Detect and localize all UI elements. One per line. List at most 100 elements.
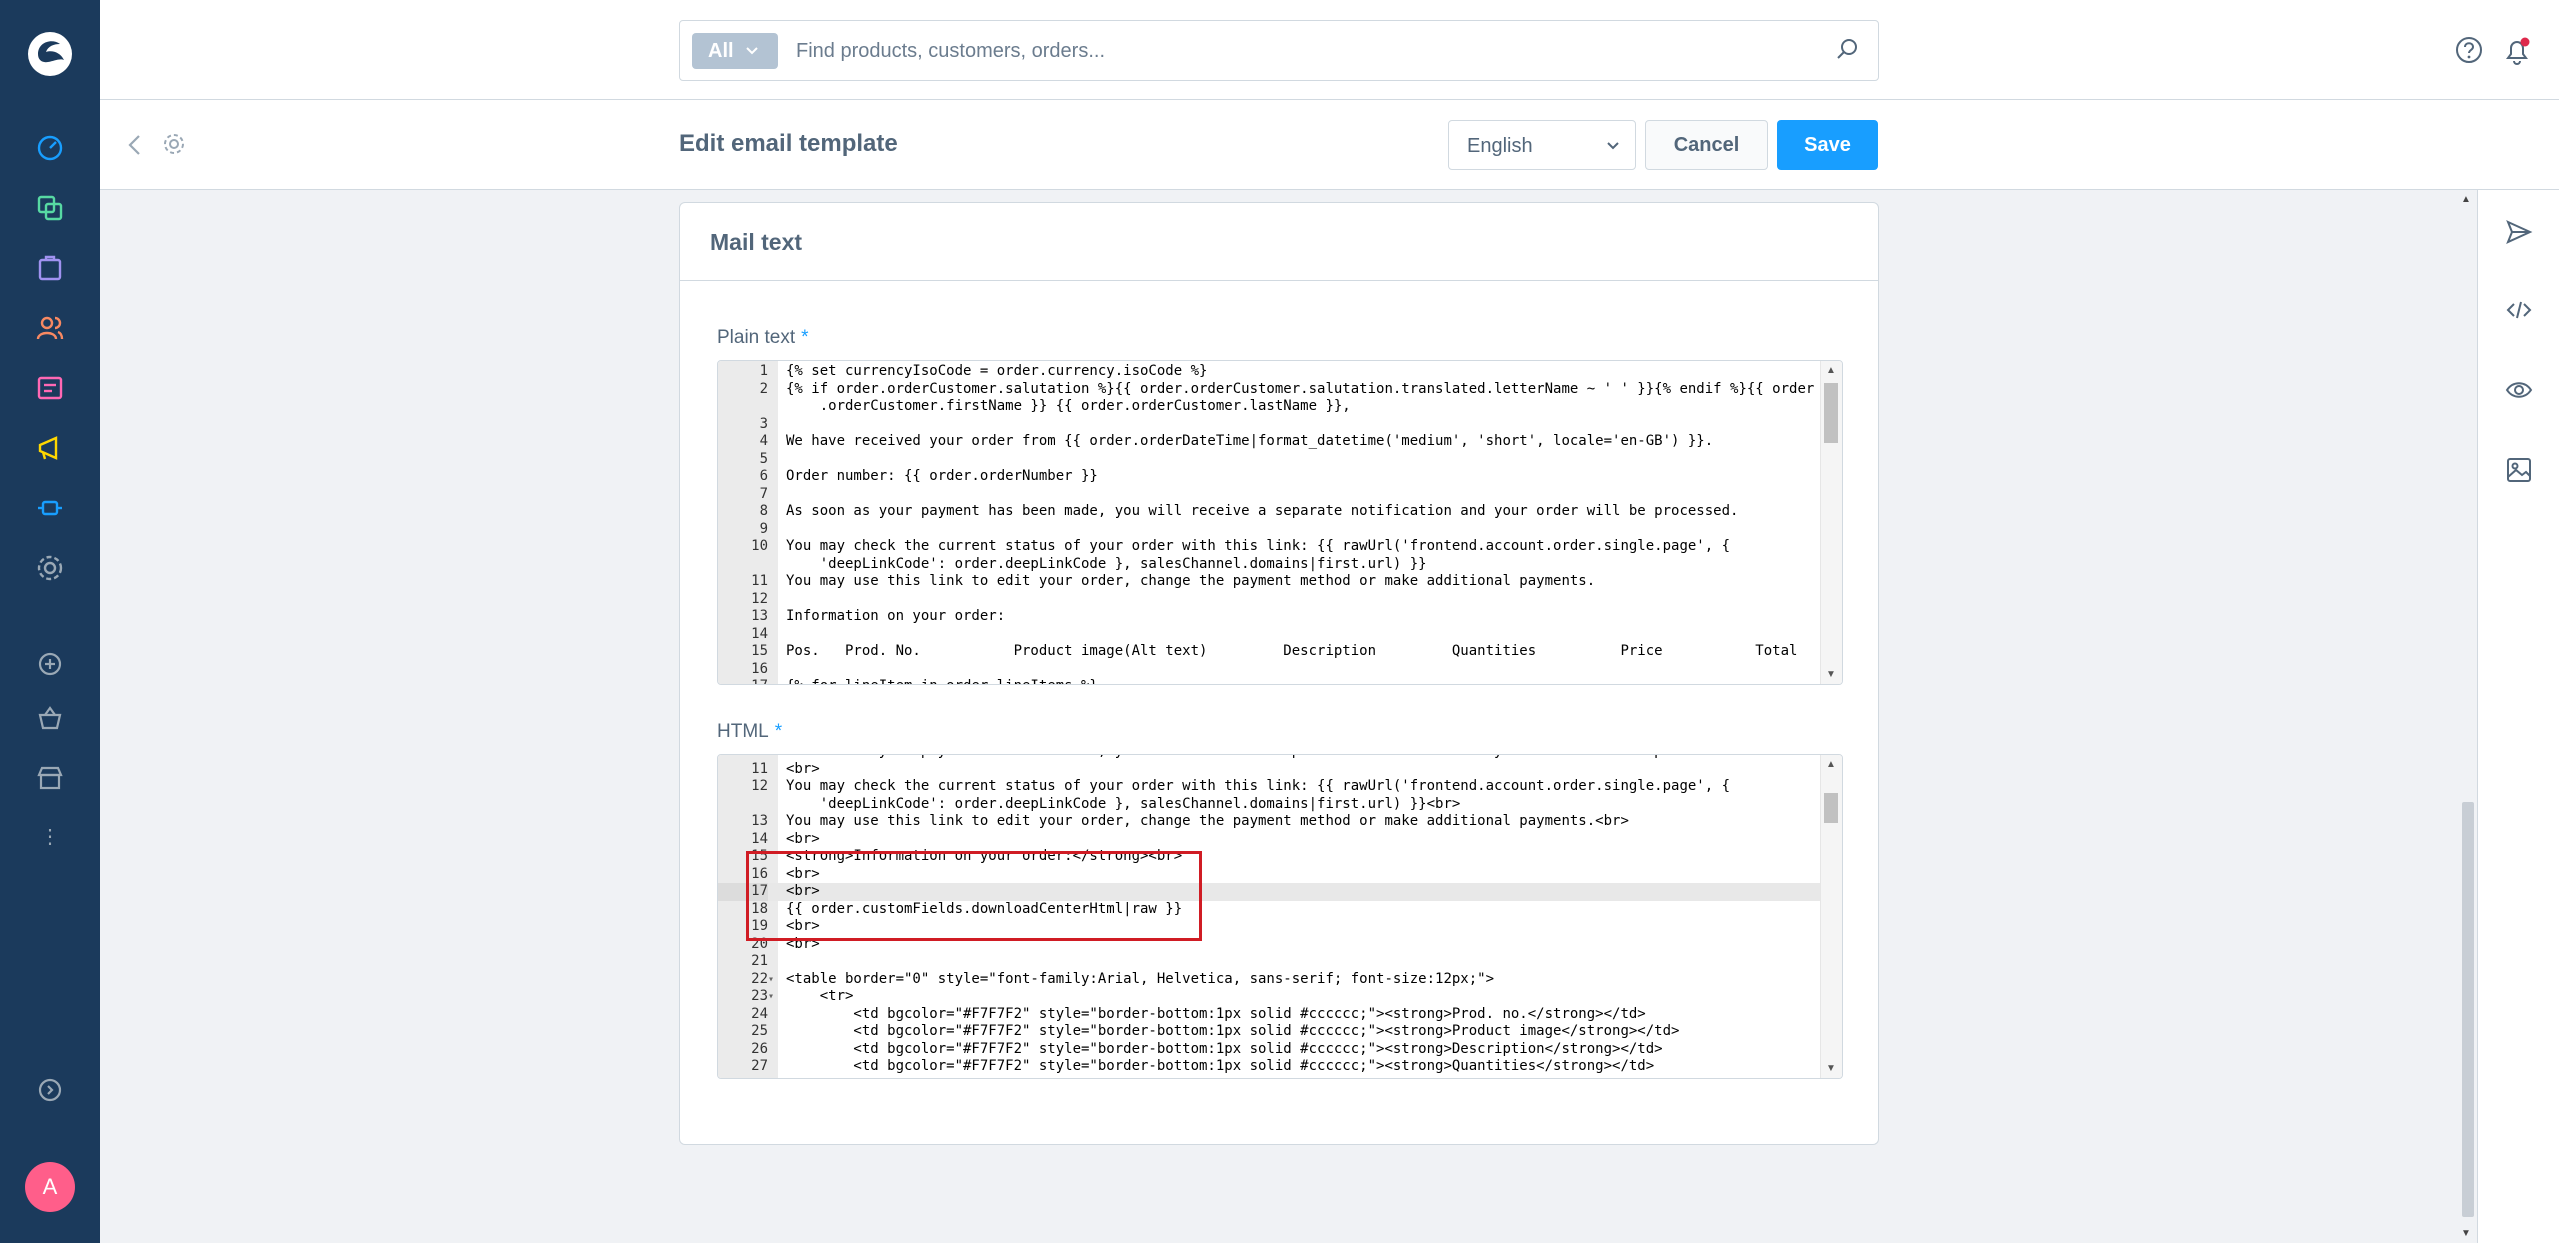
code-line[interactable]: 12 You may check the current status of yo… [718,778,1820,796]
dashboard-icon[interactable] [34,132,66,164]
code-line[interactable]: 15 Pos. Prod. No. Product image(Alt text)… [718,643,1820,661]
fold-icon [768,486,778,504]
gear-icon[interactable] [162,132,186,156]
fold-icon [768,1058,778,1076]
page-content: Mail text Plain text * 1 {% set currencyIs… [100,190,2457,1243]
scroll-up-icon[interactable]: ▲ [2461,194,2471,205]
code-line[interactable]: 13 You may use this link to edit your ord… [718,813,1820,831]
code-line[interactable]: 21 [718,953,1820,971]
code-line[interactable]: 11 You may use this link to edit your ord… [718,573,1820,591]
line-text: You may check the current status of your… [786,778,1731,794]
code-line[interactable]: 14 [718,626,1820,644]
avatar-initial: A [42,1174,58,1199]
language-select[interactable]: English [1448,120,1636,170]
extensions-icon[interactable] [34,492,66,524]
fold-icon [768,661,778,679]
avatar[interactable]: A [25,1162,75,1212]
scrollbar-thumb[interactable] [1824,793,1838,823]
scroll-up-icon[interactable]: ▲ [1826,365,1836,376]
search-input[interactable] [796,35,1796,67]
plain-text-label-text: Plain text [717,327,796,348]
editor-scrollbar[interactable]: ▲ ▼ [1820,755,1842,1078]
fold-icon [768,1023,778,1041]
code-line[interactable]: 1 {% set currencyIsoCode = order.currency… [718,363,1820,381]
code-line[interactable]: 26 <td bgcolor="#F7F7F2" style="border-b… [718,1041,1820,1059]
marketing-icon[interactable] [34,432,66,464]
code-line[interactable]: 6 Order number: {{ order.orderNumber }} [718,468,1820,486]
code-line[interactable]: 11 <br> [718,761,1820,779]
help-icon[interactable] [2455,36,2483,64]
back-icon[interactable] [124,132,146,158]
scroll-up-icon[interactable]: ▲ [1826,759,1836,770]
code-line[interactable]: 2 {% if order.orderCustomer.salutation %}… [718,381,1820,399]
code-line[interactable]: 23 ▾ <tr> [718,988,1820,1006]
code-line[interactable]: 3 [718,416,1820,434]
orders-icon[interactable] [34,252,66,284]
code-icon[interactable] [2503,294,2535,326]
code-line[interactable]: 17 {% for lineItem in order.lineItems %} [718,678,1820,684]
fold-icon [768,643,778,661]
save-button[interactable]: Save [1777,120,1878,170]
line-number: 23 [751,988,768,1004]
line-text [778,953,786,971]
code-line[interactable]: 4 We have received your order from {{ ord… [718,433,1820,451]
collapse-icon[interactable] [34,1074,66,1106]
editor-code[interactable]: 1 {% set currencyIsoCode = order.currency… [718,363,1820,684]
code-line[interactable]: .orderCustomer.firstName }} {{ order.ord… [718,398,1820,416]
send-test-mail-icon[interactable] [2503,216,2535,248]
code-line[interactable]: 9 [718,521,1820,539]
code-line[interactable]: 14 <br> [718,831,1820,849]
code-line[interactable]: 22 ▾ <table border="0" style="font-family:… [718,971,1820,989]
search-icon[interactable] [1836,37,1860,61]
customers-icon[interactable] [34,312,66,344]
page-scrollbar-thumb[interactable] [2462,802,2474,1217]
code-line[interactable]: 8 As soon as your payment has been made, … [718,503,1820,521]
scroll-down-icon[interactable]: ▼ [1826,1063,1836,1074]
shopware-logo[interactable] [26,30,74,78]
media-image-icon[interactable] [2503,454,2535,486]
editor-scrollbar[interactable]: ▲ ▼ [1820,361,1842,684]
settings-icon[interactable] [34,552,66,584]
line-text: You may use this link to edit your order… [786,813,1629,829]
fold-icon [768,451,778,469]
search-type-filter[interactable]: All [692,33,778,69]
fold-icon [768,1041,778,1059]
code-line[interactable]: 'deepLinkCode': order.deepLinkCode }, sa… [718,556,1820,574]
code-line[interactable]: 24 <td bgcolor="#F7F7F2" style="border-b… [718,1006,1820,1024]
code-line[interactable]: 16 [718,661,1820,679]
fold-icon [768,416,778,434]
line-text [778,451,786,469]
line-number: 15 [751,643,768,659]
cancel-button[interactable]: Cancel [1645,120,1768,170]
line-number: 26 [751,1040,768,1057]
line-text [778,626,786,644]
code-line[interactable]: 13 Information on your order: [718,608,1820,626]
catalogues-icon[interactable] [34,192,66,224]
preview-eye-icon[interactable] [2503,374,2535,406]
code-line[interactable]: 27 <td bgcolor="#F7F7F2" style="border-b… [718,1058,1820,1076]
code-line[interactable]: 10As soon as your payment has been made,… [718,755,1820,761]
code-line[interactable]: 25 <td bgcolor="#F7F7F2" style="border-b… [718,1023,1820,1041]
plain-text-editor[interactable]: 1 {% set currencyIsoCode = order.currency… [717,360,1843,685]
code-line[interactable]: 7 [718,486,1820,504]
store-icon[interactable] [34,762,66,794]
fold-icon [768,503,778,521]
notification-bell-icon[interactable] [2502,36,2532,66]
code-line[interactable]: 'deepLinkCode': order.deepLinkCode }, sa… [718,796,1820,814]
code-line[interactable]: 5 [718,451,1820,469]
fold-icon [768,626,778,644]
page-scrollbar[interactable]: ▲ ▼ [2457,190,2477,1243]
scrollbar-thumb[interactable] [1824,383,1838,443]
line-number: 25 [751,1023,768,1039]
line-text: Pos. Prod. No. Product image(Alt text) D… [786,643,1798,659]
scroll-down-icon[interactable]: ▼ [2461,1228,2471,1239]
code-line[interactable]: 10 You may check the current status of yo… [718,538,1820,556]
content-icon[interactable] [34,372,66,404]
line-number: 3 [759,415,768,432]
add-icon[interactable] [34,648,66,680]
code-line[interactable]: 12 [718,591,1820,609]
scroll-down-icon[interactable]: ▼ [1826,669,1836,680]
line-text: {% if order.orderCustomer.salutation %}{… [786,380,1815,397]
basket-icon[interactable] [34,702,66,734]
more-icon[interactable]: ⋮ [34,820,66,852]
